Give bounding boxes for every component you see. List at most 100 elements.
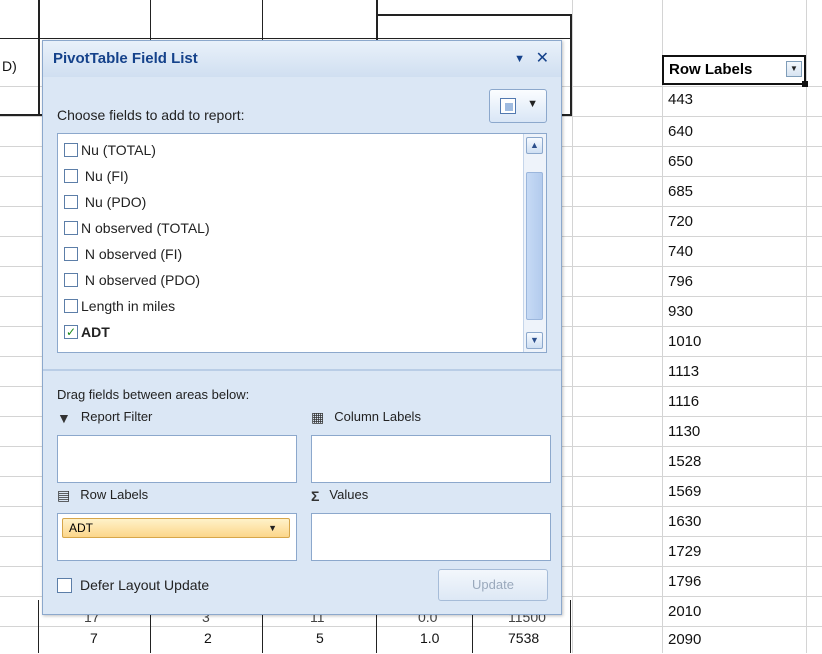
row-label-cell[interactable]: 1010 [662, 328, 806, 356]
row-label-cell[interactable]: 1130 [662, 418, 806, 446]
field-item[interactable]: N observed (PDO) [64, 268, 200, 292]
row-labels-field-adt[interactable]: ADT ▼ [62, 518, 290, 538]
filter-dropdown-icon[interactable]: ▼ [786, 61, 802, 77]
checkbox[interactable] [64, 299, 78, 314]
table-border [376, 0, 378, 40]
defer-layout-label: Defer Layout Update [80, 577, 210, 593]
cell[interactable]: 7 [90, 630, 98, 646]
row-labels-area-label: ▤ Row Labels [57, 487, 148, 504]
column-labels-area-label: ▦ Column Labels [311, 409, 421, 426]
row-label-cell[interactable]: 1569 [662, 478, 806, 506]
values-label: Values [329, 487, 369, 502]
field-item[interactable]: N observed (TOTAL) [64, 216, 210, 240]
field-label: ADT [81, 324, 110, 340]
field-list[interactable]: Nu (TOTAL) Nu (FI) Nu (PDO) N observed (… [57, 133, 547, 353]
choose-fields-label: Choose fields to add to report: [57, 107, 245, 123]
checkbox[interactable] [64, 169, 78, 184]
field-label: N observed (TOTAL) [81, 220, 210, 236]
table-border [38, 0, 40, 116]
row-label-cell[interactable]: 930 [662, 298, 806, 326]
row-label-cell[interactable]: 650 [662, 148, 806, 176]
report-filter-label: Report Filter [80, 409, 153, 424]
pivottable-field-list-panel: PivotTable Field List ▼ ✕ Choose fields … [42, 40, 562, 615]
table-border [150, 0, 151, 40]
field-label: Nu (FI) [84, 168, 129, 184]
checkbox-checked[interactable]: ✓ [64, 325, 78, 340]
row-label-cell[interactable]: 796 [662, 268, 806, 296]
field-label: Length in miles [81, 298, 176, 314]
chevron-down-icon[interactable]: ▼ [268, 519, 277, 537]
panel-options-dropdown-icon[interactable]: ▼ [514, 41, 525, 77]
field-label: N observed (PDO) [84, 272, 201, 288]
chevron-down-icon: ▼ [527, 98, 538, 110]
field-item[interactable]: Nu (PDO) [64, 190, 146, 214]
table-border [570, 600, 571, 653]
drag-fields-label: Drag fields between areas below: [57, 387, 250, 402]
layout-icon [500, 98, 516, 114]
row-label-cell[interactable]: 1796 [662, 568, 806, 596]
field-list-layout-button[interactable]: ▼ [489, 89, 547, 123]
row-label-cell[interactable]: 685 [662, 178, 806, 206]
column-labels-drop-area[interactable] [311, 435, 551, 483]
cell[interactable]: 1.0 [420, 630, 439, 646]
sigma-icon: Σ [311, 487, 320, 504]
row-labels-drop-area[interactable]: ADT ▼ [57, 513, 297, 561]
panel-title-bar[interactable]: PivotTable Field List ▼ ✕ [43, 41, 561, 77]
field-item[interactable]: Nu (FI) [64, 164, 128, 188]
row-labels-label: Row Labels [80, 487, 149, 502]
row-labels-field-label: ADT [69, 521, 93, 535]
checkbox[interactable] [64, 273, 78, 288]
grid-columns-icon: ▦ [311, 409, 325, 426]
panel-title: PivotTable Field List [53, 50, 198, 67]
defer-layout-update-option[interactable]: Defer Layout Update [57, 577, 209, 594]
gridline [572, 0, 573, 653]
field-item[interactable]: N observed (FI) [64, 242, 182, 266]
row-label-cell[interactable]: 1729 [662, 538, 806, 566]
row-labels-header-text: Row Labels [669, 61, 753, 78]
column-labels-label: Column Labels [334, 409, 421, 424]
row-label-cell[interactable]: 1630 [662, 508, 806, 536]
row-label-cell[interactable]: 740 [662, 238, 806, 266]
checkbox[interactable] [64, 195, 78, 210]
row-label-cell[interactable]: 720 [662, 208, 806, 236]
update-button[interactable]: Update [438, 569, 548, 601]
close-icon[interactable]: ✕ [536, 41, 549, 77]
field-label: Nu (PDO) [84, 194, 147, 210]
scrollbar-thumb[interactable] [526, 172, 543, 320]
field-item[interactable]: Nu (TOTAL) [64, 138, 156, 162]
cell[interactable]: 2 [204, 630, 212, 646]
row-label-cell[interactable]: 1528 [662, 448, 806, 476]
row-labels-header-cell[interactable]: Row Labels ▼ [662, 55, 808, 87]
field-list-scrollbar[interactable]: ▲ ▼ [523, 134, 546, 352]
table-border [376, 14, 572, 16]
report-filter-area-label: ▼ Report Filter [57, 409, 152, 426]
grid-rows-icon: ▤ [57, 487, 71, 504]
checkbox[interactable] [64, 247, 78, 262]
row-label-cell[interactable]: 443 [662, 86, 806, 114]
row-label-cell[interactable]: 2090 [662, 626, 806, 654]
row-label-cell[interactable]: 1116 [662, 388, 806, 416]
table-border [38, 600, 39, 653]
cell[interactable]: 7538 [508, 630, 539, 646]
table-border [570, 14, 572, 116]
field-item[interactable]: Length in miles [64, 294, 175, 318]
field-item-adt[interactable]: ✓ ADT [64, 320, 110, 344]
scroll-down-icon[interactable]: ▼ [526, 332, 543, 349]
cell[interactable]: 5 [316, 630, 324, 646]
row-label-cell[interactable]: 1113 [662, 358, 806, 386]
report-filter-drop-area[interactable] [57, 435, 297, 483]
checkbox[interactable] [64, 143, 78, 158]
row-label-cell[interactable]: 2010 [662, 598, 806, 626]
gridline [806, 0, 807, 653]
values-drop-area[interactable] [311, 513, 551, 561]
row-label-cell[interactable]: 640 [662, 118, 806, 146]
scroll-up-icon[interactable]: ▲ [526, 137, 543, 154]
panel-divider [43, 369, 561, 371]
defer-layout-checkbox[interactable] [57, 577, 72, 593]
table-border [262, 0, 263, 40]
values-area-label: Σ Values [311, 487, 368, 504]
field-label: N observed (FI) [84, 246, 183, 262]
checkbox[interactable] [64, 221, 78, 236]
cell-partial-header[interactable]: D) [2, 58, 17, 74]
field-label: Nu (TOTAL) [81, 142, 156, 158]
